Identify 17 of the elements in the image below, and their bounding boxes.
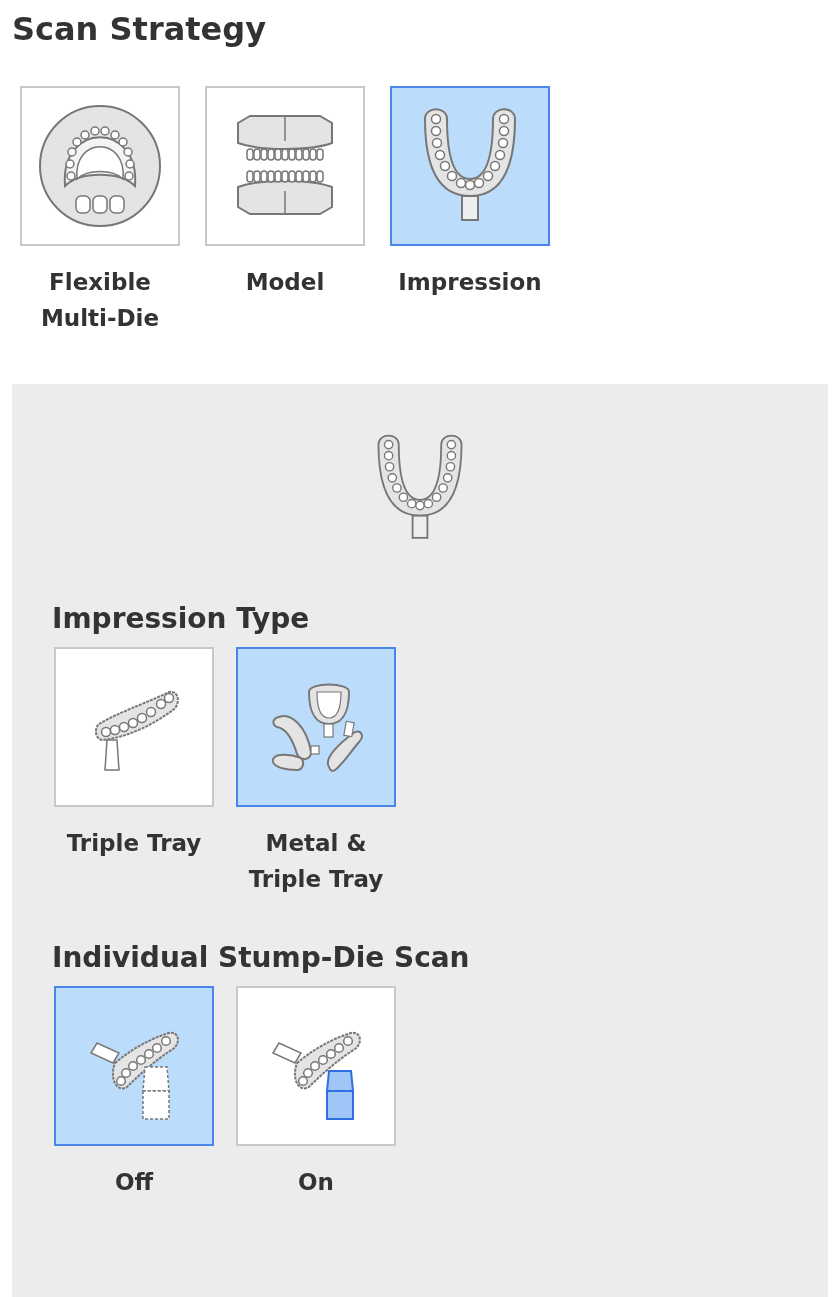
option-label: Model bbox=[244, 268, 326, 297]
option-label: Off bbox=[113, 1168, 155, 1197]
option-tile[interactable] bbox=[236, 647, 396, 807]
option-label: Flexible Multi-Die bbox=[39, 268, 161, 333]
option-tile[interactable] bbox=[54, 986, 214, 1146]
option-label: On bbox=[297, 1168, 335, 1197]
section-heading: Individual Stump-Die Scan bbox=[52, 941, 470, 974]
option-tile[interactable] bbox=[205, 86, 365, 246]
section-heading: Impression Type bbox=[52, 602, 310, 635]
option-tile[interactable] bbox=[54, 647, 214, 807]
option-label: Triple Tray bbox=[65, 829, 203, 858]
option-tile[interactable] bbox=[390, 86, 550, 246]
section-title: Scan Strategy bbox=[12, 10, 267, 50]
option-label: Metal & Triple Tray bbox=[247, 829, 385, 894]
option-tile[interactable] bbox=[20, 86, 180, 246]
option-label: Impression bbox=[397, 268, 543, 297]
option-tile[interactable] bbox=[236, 986, 396, 1146]
